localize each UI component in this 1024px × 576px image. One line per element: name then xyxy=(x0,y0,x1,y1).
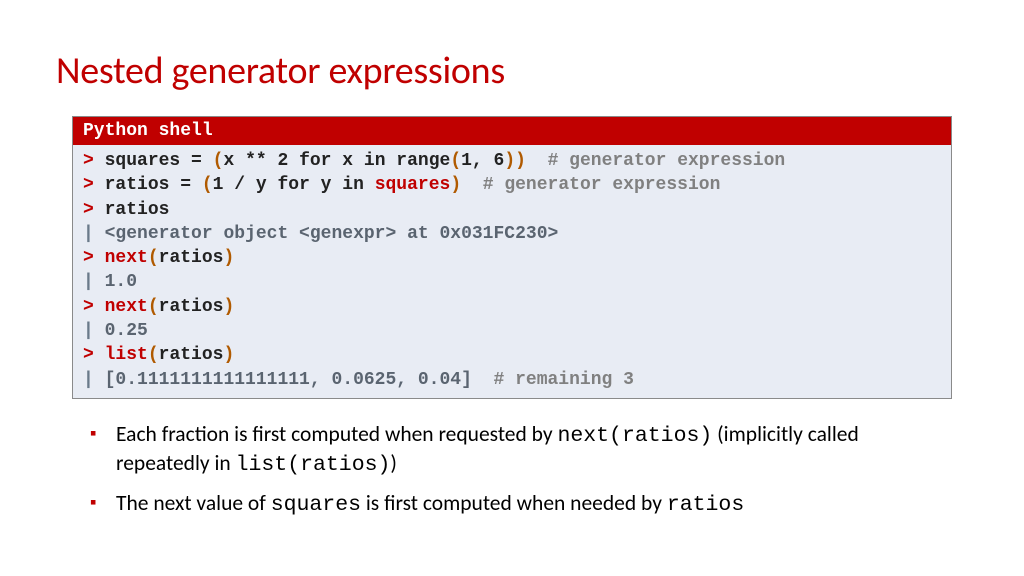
prompt: > xyxy=(83,297,94,317)
inline-code: squares xyxy=(271,493,361,517)
output: <generator object <genexpr> at 0x031FC23… xyxy=(105,224,559,244)
paren-close: ) xyxy=(223,297,234,317)
prompt: > xyxy=(83,175,94,195)
bullet-text: is first computed when needed by xyxy=(361,490,667,516)
shell-header: Python shell xyxy=(73,117,951,145)
code: ratios xyxy=(159,248,224,268)
shell-box: Python shell > squares = (x ** 2 for x i… xyxy=(72,116,952,399)
comment: # generator expression xyxy=(461,175,720,195)
code: 1 / y for y in xyxy=(213,175,375,195)
shell-body: > squares = (x ** 2 for x in range(1, 6)… xyxy=(73,145,951,398)
output: 1.0 xyxy=(105,272,137,292)
comment: # remaining 3 xyxy=(472,370,634,390)
prompt: > xyxy=(83,345,94,365)
paren-open: ( xyxy=(202,175,213,195)
code: x ** 2 for x in range xyxy=(223,151,450,171)
keyword: next xyxy=(105,248,148,268)
output: [0.1111111111111111, 0.0625, 0.04] xyxy=(105,370,472,390)
output: 0.25 xyxy=(105,321,148,341)
paren-open: ( xyxy=(148,345,159,365)
bullet-list: Each fraction is first computed when req… xyxy=(56,421,968,520)
code: ratios = xyxy=(105,175,202,195)
code: ratios xyxy=(159,345,224,365)
paren-close: ) xyxy=(504,151,515,171)
code: ratios xyxy=(105,200,170,220)
bullet-text: ) xyxy=(390,450,397,476)
keyword: next xyxy=(105,297,148,317)
code: 1, 6 xyxy=(461,151,504,171)
paren-close: ) xyxy=(223,248,234,268)
paren-close: ) xyxy=(223,345,234,365)
inline-code: list(ratios) xyxy=(236,453,391,477)
code: squares = xyxy=(105,151,213,171)
paren-open: ( xyxy=(148,248,159,268)
inline-code: ratios xyxy=(667,493,744,517)
bullet-text: Each fraction is first computed when req… xyxy=(116,421,557,447)
prompt: > xyxy=(83,200,94,220)
output-bar: | xyxy=(83,321,94,341)
output-bar: | xyxy=(83,272,94,292)
paren-close: ) xyxy=(515,151,526,171)
identifier: squares xyxy=(375,175,451,195)
list-item: Each fraction is first computed when req… xyxy=(90,421,952,480)
paren-open: ( xyxy=(213,151,224,171)
output-bar: | xyxy=(83,370,94,390)
list-item: The next value of squares is first compu… xyxy=(90,490,952,520)
keyword: list xyxy=(105,345,148,365)
code: ratios xyxy=(159,297,224,317)
bullet-text: The next value of xyxy=(116,490,271,516)
comment: # generator expression xyxy=(526,151,785,171)
paren-open: ( xyxy=(450,151,461,171)
slide-title: Nested generator expressions xyxy=(56,48,968,94)
paren-open: ( xyxy=(148,297,159,317)
prompt: > xyxy=(83,151,94,171)
paren-close: ) xyxy=(450,175,461,195)
inline-code: next(ratios) xyxy=(557,424,712,448)
prompt: > xyxy=(83,248,94,268)
output-bar: | xyxy=(83,224,94,244)
